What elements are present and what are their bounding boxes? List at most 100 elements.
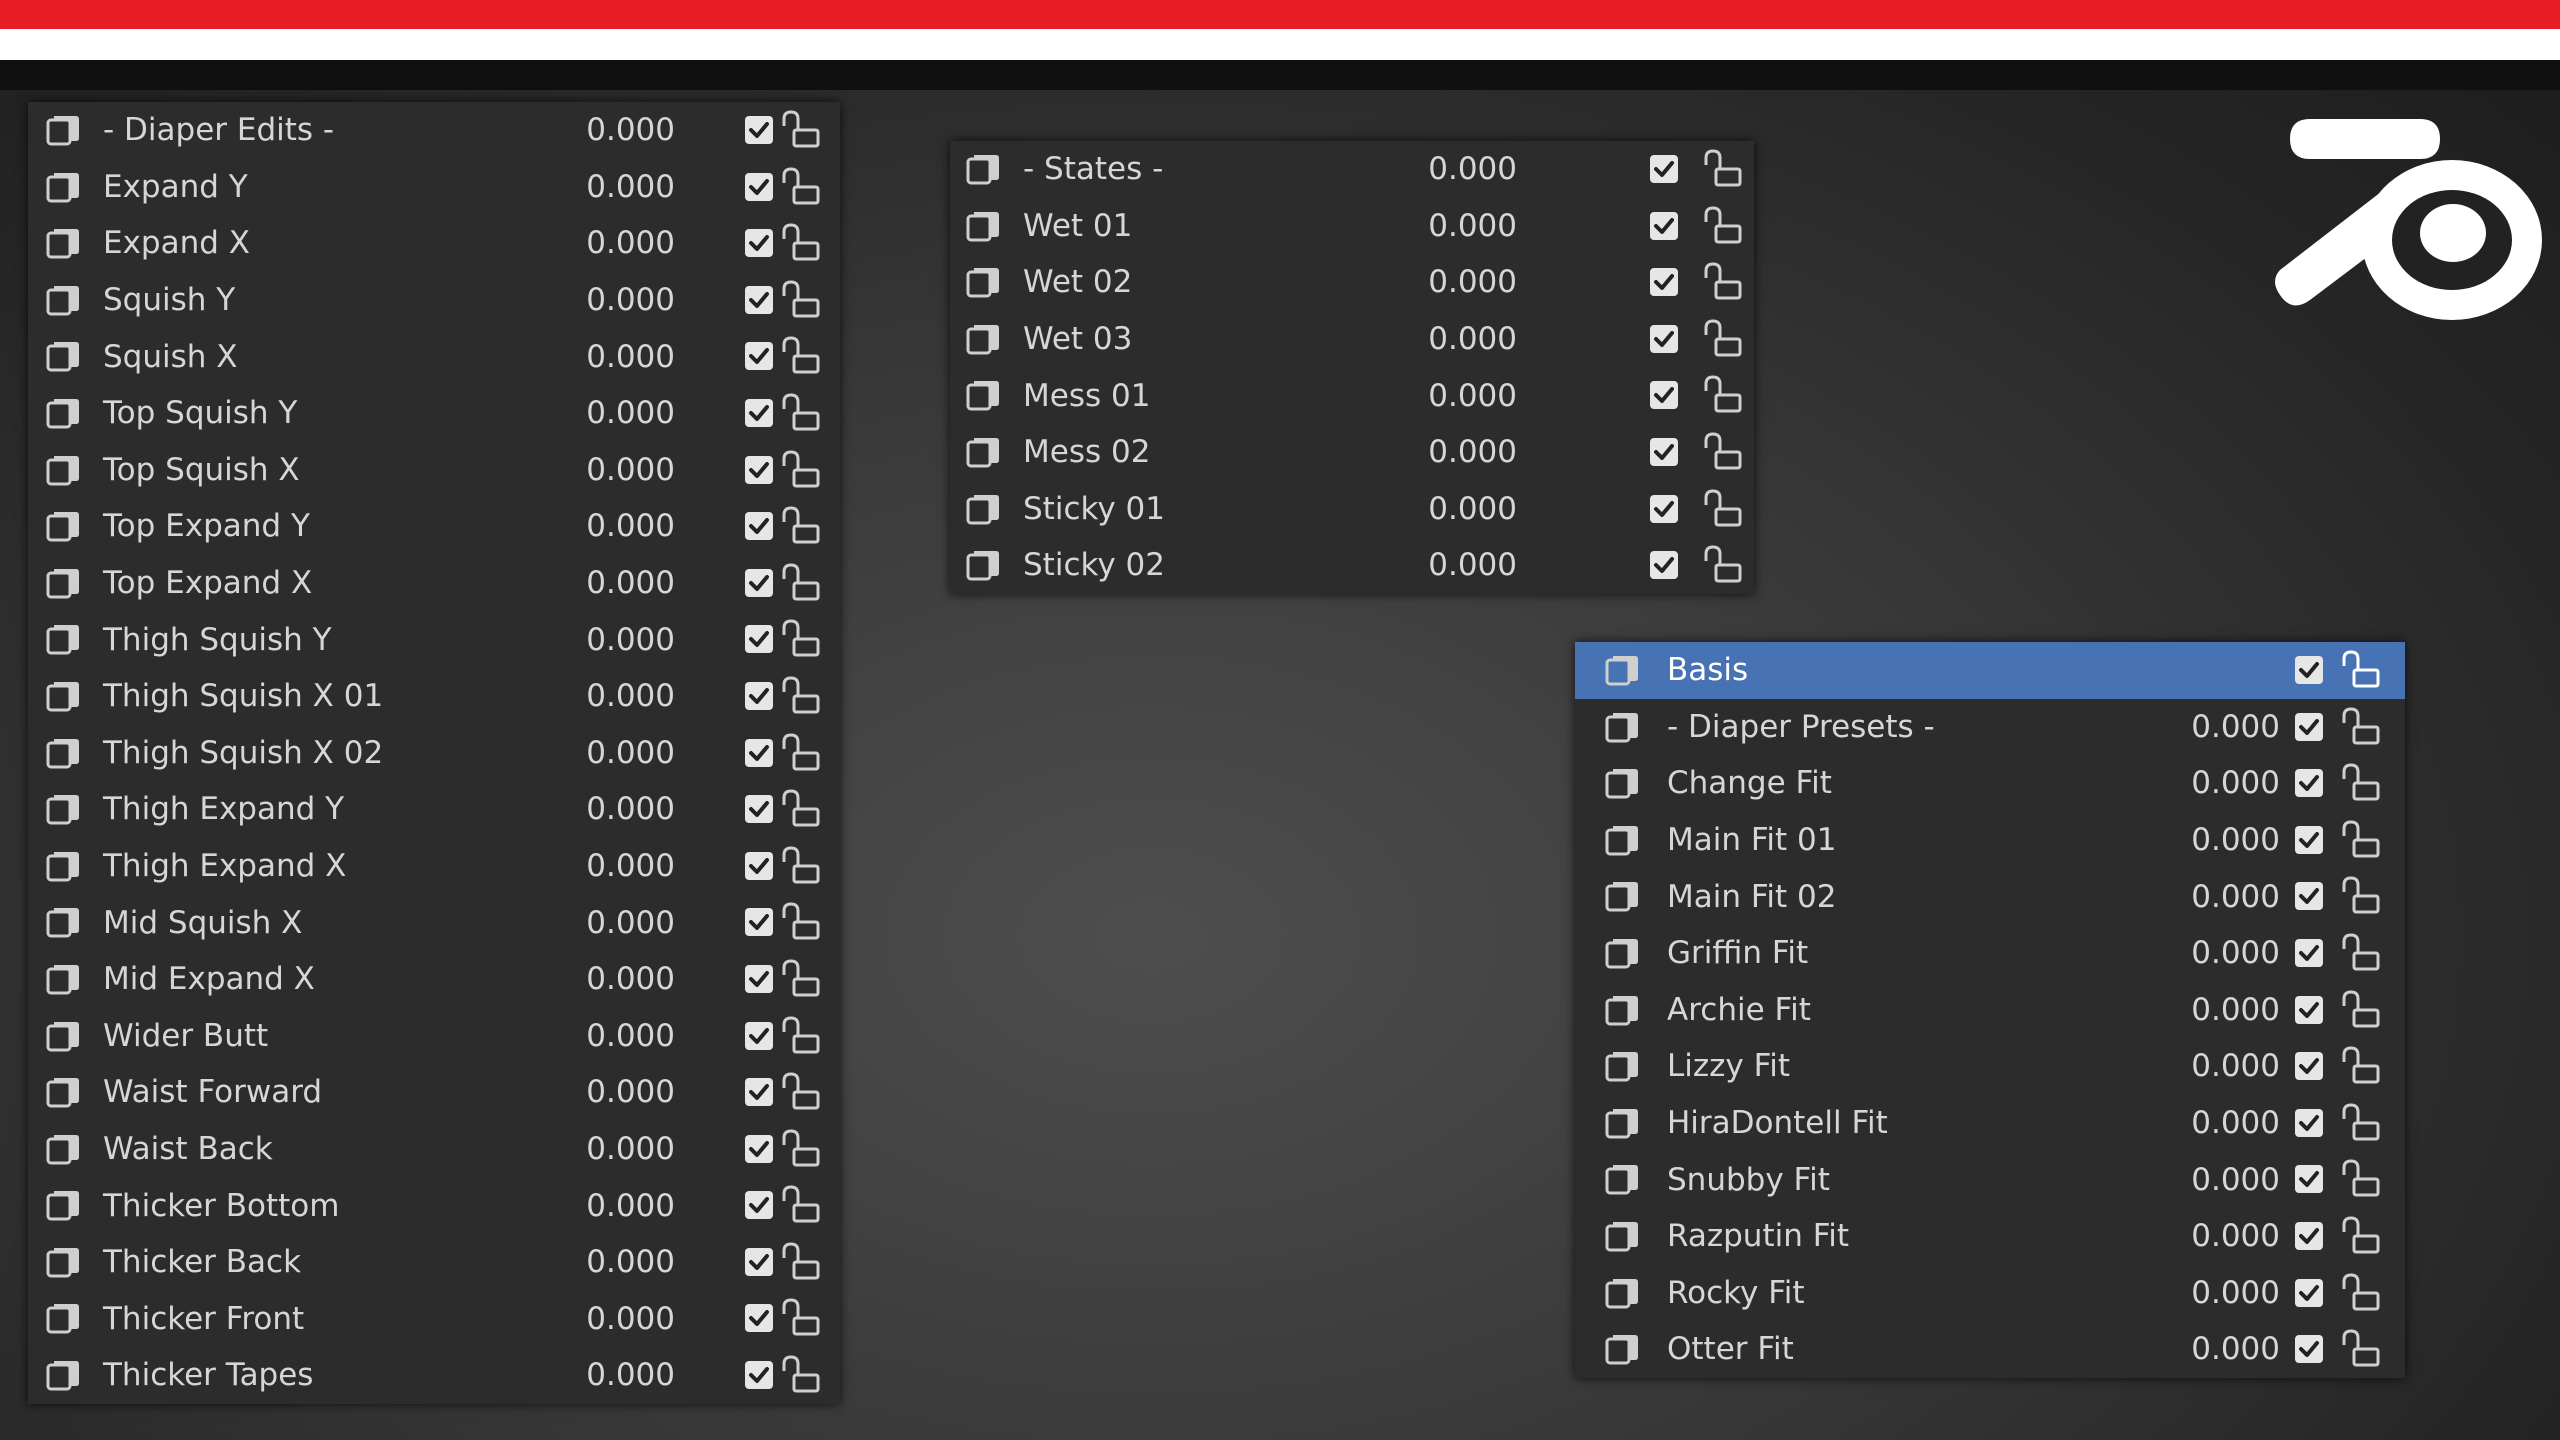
shape-key-name[interactable]: Thigh Expand Y bbox=[103, 791, 344, 827]
shape-key-value[interactable]: 0.000 bbox=[535, 791, 675, 827]
unlocked-icon[interactable] bbox=[2340, 650, 2382, 690]
mute-checkbox[interactable] bbox=[745, 1304, 773, 1333]
shape-key-value[interactable]: 0.000 bbox=[535, 225, 675, 261]
unlocked-icon[interactable] bbox=[780, 223, 822, 263]
shape-key-row[interactable]: Mess 02 0.000 bbox=[950, 424, 1754, 481]
shape-key-value[interactable]: 0.000 bbox=[2140, 765, 2280, 801]
mute-checkbox[interactable] bbox=[745, 1361, 773, 1390]
shape-key-value[interactable]: 0.000 bbox=[535, 622, 675, 658]
mute-checkbox[interactable] bbox=[1650, 268, 1678, 297]
shape-key-row[interactable]: Thigh Expand Y 0.000 bbox=[28, 781, 840, 838]
shape-key-row[interactable]: Thicker Bottom 0.000 bbox=[28, 1177, 840, 1234]
unlocked-icon[interactable] bbox=[1702, 375, 1744, 415]
shape-key-row[interactable]: Lizzy Fit 0.000 bbox=[1575, 1038, 2405, 1095]
unlocked-icon[interactable] bbox=[2340, 1329, 2382, 1369]
shape-key-value[interactable]: 0.000 bbox=[1377, 378, 1517, 414]
mute-checkbox[interactable] bbox=[745, 455, 773, 484]
mute-checkbox[interactable] bbox=[745, 908, 773, 937]
shape-key-value[interactable]: 0.000 bbox=[535, 169, 675, 205]
unlocked-icon[interactable] bbox=[780, 167, 822, 207]
shape-key-name[interactable]: Top Expand Y bbox=[103, 508, 310, 544]
shape-key-value[interactable]: 0.000 bbox=[2140, 709, 2280, 745]
shape-key-name[interactable]: Waist Forward bbox=[103, 1074, 322, 1110]
shape-key-row[interactable]: Thigh Squish Y 0.000 bbox=[28, 611, 840, 668]
shape-key-value[interactable]: 0.000 bbox=[1377, 434, 1517, 470]
shape-key-row[interactable]: Snubby Fit 0.000 bbox=[1575, 1151, 2405, 1208]
mute-checkbox[interactable] bbox=[745, 964, 773, 993]
mute-checkbox[interactable] bbox=[2295, 938, 2323, 967]
mute-checkbox[interactable] bbox=[745, 229, 773, 258]
unlocked-icon[interactable] bbox=[2340, 876, 2382, 916]
shape-key-value[interactable]: 0.000 bbox=[2140, 1048, 2280, 1084]
unlocked-icon[interactable] bbox=[780, 1185, 822, 1225]
shape-key-name[interactable]: Lizzy Fit bbox=[1667, 1048, 1790, 1084]
mute-checkbox[interactable] bbox=[745, 851, 773, 880]
unlocked-icon[interactable] bbox=[2340, 707, 2382, 747]
shape-key-row[interactable]: Wet 01 0.000 bbox=[950, 198, 1754, 255]
mute-checkbox[interactable] bbox=[2295, 1221, 2323, 1250]
mute-checkbox[interactable] bbox=[2295, 825, 2323, 854]
mute-checkbox[interactable] bbox=[1650, 324, 1678, 353]
shape-key-row[interactable]: Main Fit 02 0.000 bbox=[1575, 868, 2405, 925]
shape-key-row[interactable]: Otter Fit 0.000 bbox=[1575, 1321, 2405, 1378]
unlocked-icon[interactable] bbox=[780, 1242, 822, 1282]
shape-key-value[interactable]: 0.000 bbox=[2140, 879, 2280, 915]
shape-key-row[interactable]: Thicker Back 0.000 bbox=[28, 1234, 840, 1291]
mute-checkbox[interactable] bbox=[1650, 551, 1678, 580]
shape-key-row[interactable]: Basis bbox=[1575, 642, 2405, 699]
shape-key-value[interactable]: 0.000 bbox=[535, 1188, 675, 1224]
shape-key-name[interactable]: Mid Squish X bbox=[103, 905, 302, 941]
shape-key-value[interactable]: 0.000 bbox=[535, 1244, 675, 1280]
mute-checkbox[interactable] bbox=[745, 1078, 773, 1107]
shape-key-row[interactable]: Razputin Fit 0.000 bbox=[1575, 1208, 2405, 1265]
shape-key-value[interactable]: 0.000 bbox=[2140, 1331, 2280, 1367]
unlocked-icon[interactable] bbox=[2340, 1273, 2382, 1313]
mute-checkbox[interactable] bbox=[2295, 656, 2323, 684]
mute-checkbox[interactable] bbox=[745, 625, 773, 654]
mute-checkbox[interactable] bbox=[745, 116, 773, 144]
unlocked-icon[interactable] bbox=[1702, 545, 1744, 585]
shape-key-name[interactable]: Thicker Tapes bbox=[103, 1357, 313, 1393]
shape-key-name[interactable]: - States - bbox=[1023, 151, 1163, 187]
mute-checkbox[interactable] bbox=[745, 795, 773, 824]
unlocked-icon[interactable] bbox=[2340, 763, 2382, 803]
shape-key-row[interactable]: Mid Squish X 0.000 bbox=[28, 894, 840, 951]
shape-key-name[interactable]: Mid Expand X bbox=[103, 961, 315, 997]
shape-key-name[interactable]: HiraDontell Fit bbox=[1667, 1105, 1888, 1141]
shape-key-value[interactable]: 0.000 bbox=[535, 905, 675, 941]
mute-checkbox[interactable] bbox=[1650, 381, 1678, 410]
shape-key-row[interactable]: Mess 01 0.000 bbox=[950, 367, 1754, 424]
shape-key-name[interactable]: Thigh Squish X 01 bbox=[103, 678, 383, 714]
shape-key-value[interactable]: 0.000 bbox=[2140, 1218, 2280, 1254]
unlocked-icon[interactable] bbox=[1702, 319, 1744, 359]
shape-key-name[interactable]: Otter Fit bbox=[1667, 1331, 1794, 1367]
shape-key-row[interactable]: Top Squish Y 0.000 bbox=[28, 385, 840, 442]
shape-key-name[interactable]: Top Squish X bbox=[103, 452, 300, 488]
shape-key-row[interactable]: Top Expand Y 0.000 bbox=[28, 498, 840, 555]
shape-key-row[interactable]: Expand X 0.000 bbox=[28, 215, 840, 272]
shape-key-name[interactable]: Wet 02 bbox=[1023, 264, 1132, 300]
shape-key-row[interactable]: Thicker Tapes 0.000 bbox=[28, 1347, 840, 1404]
shape-key-row[interactable]: Sticky 01 0.000 bbox=[950, 481, 1754, 538]
unlocked-icon[interactable] bbox=[2340, 1103, 2382, 1143]
shape-key-name[interactable]: Squish X bbox=[103, 339, 238, 375]
mute-checkbox[interactable] bbox=[745, 1247, 773, 1276]
shape-key-name[interactable]: Waist Back bbox=[103, 1131, 273, 1167]
shape-key-row[interactable]: Squish Y 0.000 bbox=[28, 272, 840, 329]
shape-key-name[interactable]: Top Expand X bbox=[103, 565, 312, 601]
shape-key-row[interactable]: Thicker Front 0.000 bbox=[28, 1290, 840, 1347]
mute-checkbox[interactable] bbox=[1650, 211, 1678, 240]
unlocked-icon[interactable] bbox=[780, 676, 822, 716]
shape-key-row[interactable]: Thigh Squish X 02 0.000 bbox=[28, 725, 840, 782]
mute-checkbox[interactable] bbox=[2295, 1052, 2323, 1081]
unlocked-icon[interactable] bbox=[780, 789, 822, 829]
shape-key-value[interactable]: 0.000 bbox=[535, 848, 675, 884]
shape-key-value[interactable]: 0.000 bbox=[1377, 151, 1517, 187]
unlocked-icon[interactable] bbox=[780, 336, 822, 376]
mute-checkbox[interactable] bbox=[745, 1021, 773, 1050]
shape-key-value[interactable]: 0.000 bbox=[1377, 321, 1517, 357]
unlocked-icon[interactable] bbox=[780, 1298, 822, 1338]
unlocked-icon[interactable] bbox=[780, 280, 822, 320]
shape-key-row[interactable]: Wet 02 0.000 bbox=[950, 254, 1754, 311]
shape-key-value[interactable]: 0.000 bbox=[535, 565, 675, 601]
